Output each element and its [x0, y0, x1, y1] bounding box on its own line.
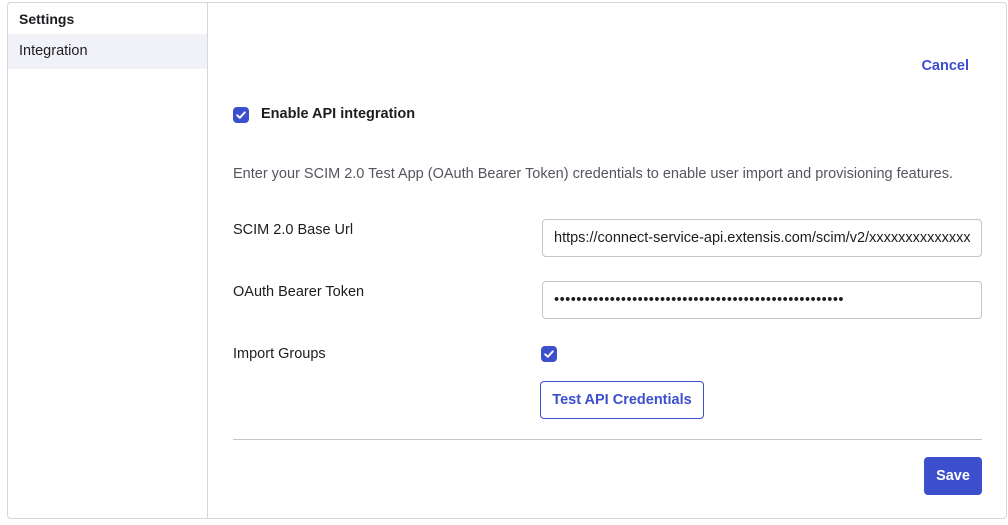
cancel-link[interactable]: Cancel	[921, 58, 969, 74]
import-groups-label: Import Groups	[233, 346, 326, 362]
integration-form: Cancel Enable API integration Enter your…	[209, 3, 1006, 518]
checkmark-icon	[544, 350, 554, 358]
checkmark-icon	[236, 111, 246, 119]
base-url-input[interactable]	[542, 219, 982, 257]
test-api-credentials-button[interactable]: Test API Credentials	[540, 381, 704, 419]
sidebar-title: Settings	[19, 11, 75, 27]
settings-panel: Settings Integration Cancel Enable API i…	[7, 2, 1007, 519]
base-url-label: SCIM 2.0 Base Url	[233, 222, 354, 238]
token-input[interactable]	[542, 281, 982, 319]
token-label: OAuth Bearer Token	[233, 284, 365, 300]
save-button[interactable]: Save	[924, 457, 982, 495]
enable-api-label: Enable API integration	[261, 106, 416, 122]
divider	[233, 439, 982, 440]
sidebar-item-integration[interactable]: Integration	[8, 34, 207, 69]
form-description: Enter your SCIM 2.0 Test App (OAuth Bear…	[233, 166, 954, 182]
import-groups-checkbox[interactable]	[541, 346, 557, 362]
enable-api-checkbox[interactable]	[233, 107, 249, 123]
sidebar: Settings Integration	[8, 3, 208, 518]
